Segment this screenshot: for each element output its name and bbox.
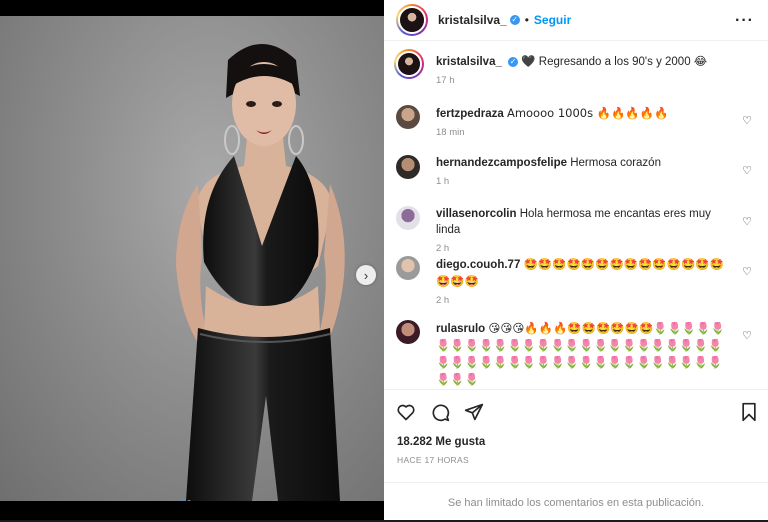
caption-avatar[interactable] (394, 49, 424, 79)
caption-text: Regresando a los 90's y 2000 (538, 56, 691, 68)
comment-time: 1 h (436, 176, 450, 187)
laugh-emoji: 😂 (693, 54, 708, 68)
heart-icon[interactable] (396, 402, 416, 422)
comment-text: Hermosa corazón (570, 157, 661, 169)
header-user: kristalsilva_ ✓ • Seguir (396, 4, 571, 36)
heart-icon[interactable]: ♡ (742, 114, 752, 127)
separator-dot: • (524, 13, 529, 27)
chevron-right-icon: › (363, 267, 369, 283)
more-icon[interactable]: ··· (735, 12, 754, 30)
avatar[interactable] (396, 4, 428, 36)
avatar[interactable] (396, 256, 420, 280)
follow-button[interactable]: Seguir (534, 13, 571, 27)
heart-icon[interactable]: ♡ (742, 265, 752, 278)
header-username[interactable]: kristalsilva_ (438, 13, 507, 27)
comment-text: Amoooo 1000s 🔥🔥🔥🔥🔥 (506, 106, 669, 120)
comment-time: 2 h (436, 243, 450, 254)
post-actions: 18.282 Me gusta HACE 17 HORAS Se han lim… (384, 389, 768, 521)
post-timestamp: HACE 17 HORAS (397, 455, 469, 465)
post-header: kristalsilva_ ✓ • Seguir ··· (384, 0, 768, 41)
verified-icon: ✓ (508, 56, 519, 67)
photo-illustration (176, 44, 345, 501)
heart-icon[interactable]: ♡ (742, 164, 752, 177)
post-photo[interactable]: › (0, 16, 384, 501)
heart-icon[interactable]: ♡ (742, 215, 752, 228)
avatar[interactable] (396, 320, 420, 344)
carousel-dot (180, 500, 184, 501)
avatar[interactable] (396, 105, 420, 129)
likes-label: Me gusta (435, 436, 486, 448)
comment-icon[interactable] (430, 402, 450, 422)
comment-username[interactable]: diego.couoh.77 (436, 259, 520, 271)
comment-time: 18 min (436, 127, 465, 138)
save-icon[interactable] (740, 402, 758, 422)
likes-number: 18.282 (397, 436, 433, 448)
comments-limited-notice: Se han limitado los comentarios en esta … (384, 482, 768, 522)
heart-icon[interactable]: ♡ (742, 329, 752, 342)
comment-username[interactable]: villasenorcolin (436, 208, 517, 220)
comments-list[interactable]: kristalsilva_ ✓ 🖤 Regresando a los 90's … (384, 41, 768, 389)
caption-username[interactable]: kristalsilva_ (436, 56, 502, 68)
comment-time: 2 h (436, 295, 450, 306)
action-bar (396, 402, 484, 422)
comment-username[interactable]: fertzpedraza (436, 108, 504, 120)
comment-username[interactable]: rulasrulo (436, 323, 485, 335)
caption-time: 17 h (436, 75, 455, 86)
heart-emoji: 🖤 (521, 54, 536, 68)
avatar[interactable] (396, 206, 420, 230)
likes-count[interactable]: 18.282 Me gusta (397, 436, 485, 448)
share-icon[interactable] (464, 402, 484, 422)
comment-username[interactable]: hernandezcamposfelipe (436, 157, 567, 169)
carousel-next-button[interactable]: › (356, 265, 376, 285)
carousel-dots (180, 500, 191, 501)
verified-icon: ✓ (509, 15, 520, 25)
post-side-panel: kristalsilva_ ✓ • Seguir ··· kristalsilv… (384, 0, 768, 520)
avatar[interactable] (396, 155, 420, 179)
carousel-dot (187, 500, 191, 501)
